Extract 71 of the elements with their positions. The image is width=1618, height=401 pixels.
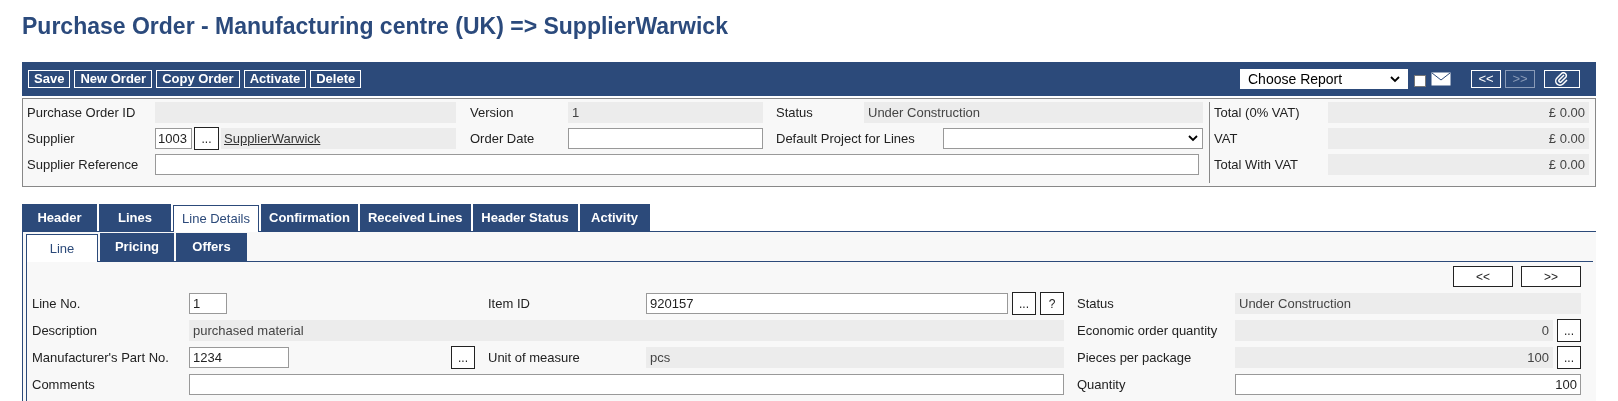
field-label: Comments [32, 375, 96, 394]
toolbar-button[interactable]: Copy Order [156, 70, 240, 88]
input-field[interactable]: 1003 [155, 128, 192, 149]
field-label: Supplier Reference [27, 155, 140, 174]
input-field[interactable]: 1 [189, 293, 227, 314]
field-label: Description [32, 321, 99, 340]
email-checkbox[interactable] [1414, 75, 1426, 87]
input-field[interactable]: 100 [1235, 374, 1581, 395]
field-label: Supplier [27, 129, 76, 148]
toolbar-button[interactable]: Activate [243, 70, 307, 88]
nav-button[interactable]: >> [1521, 266, 1581, 287]
readonly-field: Under Construction [864, 102, 1203, 123]
toolbar-button[interactable]: New Order [74, 70, 153, 88]
nav-button[interactable]: << [1471, 70, 1501, 88]
field-label: Economic order quantity [1077, 321, 1219, 340]
field-label: Manufacturer's Part No. [32, 348, 170, 367]
field-label: Total (0% VAT) [1214, 103, 1301, 122]
toolbar-button[interactable]: Delete [310, 70, 362, 88]
field-label: Status [1077, 294, 1115, 313]
chevron-down-icon [1390, 75, 1400, 83]
tab[interactable]: Header Status [472, 204, 578, 231]
lookup-button[interactable]: ... [194, 127, 219, 150]
tab[interactable]: Pricing [100, 233, 174, 261]
lookup-button[interactable]: ... [451, 346, 475, 369]
envelope-icon [1431, 72, 1451, 86]
field-label: Item ID [488, 294, 531, 313]
readonly-field: pcs [646, 347, 1064, 368]
readonly-field: 0 [1235, 320, 1553, 341]
input-field[interactable] [568, 128, 763, 149]
readonly-field: £ 0.00 [1328, 128, 1589, 149]
lookup-button[interactable]: ... [1012, 292, 1036, 315]
tab[interactable]: Header [22, 204, 97, 231]
input-field[interactable] [155, 154, 1199, 175]
page-title: Purchase Order - Manufacturing centre (UK) => SupplierWarwick [22, 12, 729, 41]
tab[interactable]: Line Details [173, 205, 259, 232]
tab[interactable]: Confirmation [261, 204, 358, 231]
chevron-down-icon [1188, 135, 1198, 142]
readonly-field: Under Construction [1235, 293, 1581, 314]
report-select[interactable]: Choose Report [1240, 69, 1408, 89]
field-label: Purchase Order ID [27, 103, 137, 122]
readonly-field: £ 0.00 [1328, 102, 1589, 123]
readonly-field: 1 [568, 102, 763, 123]
field-label: Default Project for Lines [776, 129, 916, 148]
tab[interactable]: Received Lines [359, 204, 471, 231]
readonly-field: 100 [1235, 347, 1553, 368]
input-field[interactable] [189, 374, 1064, 395]
tab[interactable]: Lines [99, 204, 171, 231]
field-label: Line No. [32, 294, 82, 313]
tab[interactable]: Offers [176, 233, 247, 261]
field-label: VAT [1214, 129, 1239, 148]
lookup-button[interactable]: ... [1557, 319, 1581, 342]
paperclip-icon [1555, 72, 1569, 86]
field-label: Quantity [1077, 375, 1127, 394]
readonly-field: £ 0.00 [1328, 154, 1589, 175]
field-label: Status [776, 103, 814, 122]
tab[interactable]: Activity [579, 204, 650, 231]
select-field[interactable] [942, 128, 1203, 149]
field-label: Order Date [470, 129, 536, 148]
readonly-field: purchased material [189, 320, 1064, 341]
input-field[interactable]: 920157 [646, 293, 1008, 314]
lookup-button[interactable]: ... [1557, 346, 1581, 369]
field-label: Unit of measure [488, 348, 581, 367]
toolbar-button[interactable]: Save [28, 70, 71, 88]
field-label: Pieces per package [1077, 348, 1193, 367]
lookup-button[interactable]: ? [1040, 292, 1064, 315]
nav-button[interactable]: << [1453, 266, 1513, 287]
input-field[interactable]: 1234 [189, 347, 289, 368]
field-label: Total With VAT [1214, 155, 1300, 174]
tab[interactable]: Line [26, 234, 98, 262]
field-label: Version [470, 103, 515, 122]
attach-button[interactable] [1544, 70, 1580, 88]
